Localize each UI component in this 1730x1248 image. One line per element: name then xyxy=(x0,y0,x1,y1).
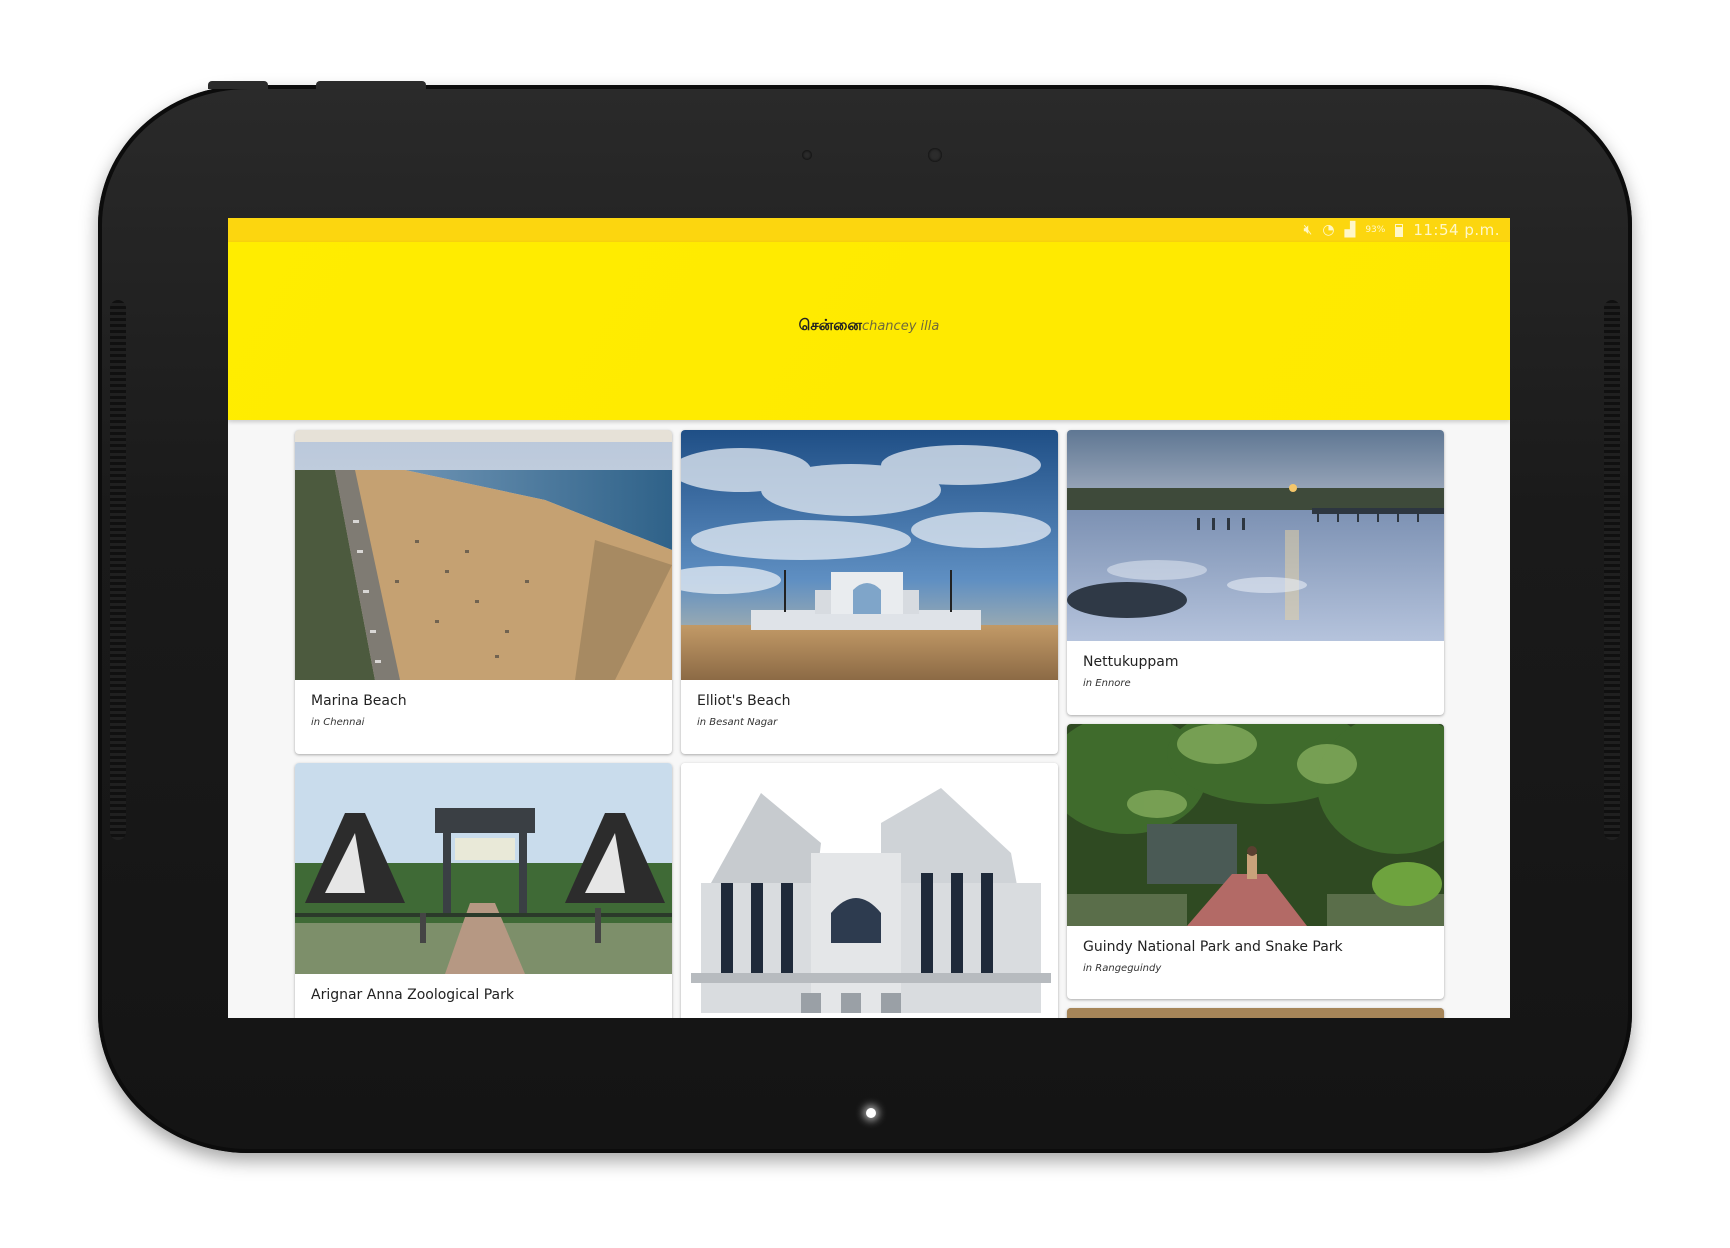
place-location: in Rangeguindy xyxy=(1083,963,1162,974)
place-card-partial[interactable] xyxy=(1067,1008,1444,1018)
place-image xyxy=(1067,430,1444,641)
place-caption: Marina Beach in Chennai xyxy=(311,693,407,728)
place-image xyxy=(681,763,1058,1018)
app-title: சென்னை chancey illa xyxy=(799,316,940,336)
right-speaker-grille xyxy=(1604,300,1620,840)
front-camera-icon xyxy=(928,148,942,162)
place-card-guindy-national-park[interactable]: Guindy National Park and Snake Park in R… xyxy=(1067,724,1444,999)
power-button xyxy=(316,81,426,89)
place-image xyxy=(295,430,672,680)
light-sensor xyxy=(802,150,812,160)
place-card-colonial-building[interactable] xyxy=(681,763,1058,1018)
place-caption: Elliot's Beach in Besant Nagar xyxy=(697,693,791,728)
places-grid: Marina Beach in Chennai Elliot's Beach i… xyxy=(295,430,1447,1018)
place-image xyxy=(681,430,1058,680)
place-card-elliots-beach[interactable]: Elliot's Beach in Besant Nagar xyxy=(681,430,1058,754)
battery-percent: 93% xyxy=(1365,225,1386,235)
status-bar: 🔇︎ ◔ ▟ 93% 11:54 p.m. xyxy=(228,218,1510,242)
place-caption: Nettukuppam in Ennore xyxy=(1083,654,1178,689)
mute-icon: 🔇︎ xyxy=(1303,222,1313,238)
volume-button xyxy=(208,81,268,89)
place-image xyxy=(1067,1008,1444,1018)
left-speaker-grille xyxy=(110,300,126,840)
place-location: in Besant Nagar xyxy=(697,717,778,728)
signal-icon: ▟ xyxy=(1344,222,1356,238)
place-image xyxy=(1067,724,1444,926)
place-card-nettukuppam[interactable]: Nettukuppam in Ennore xyxy=(1067,430,1444,715)
place-card-marina-beach[interactable]: Marina Beach in Chennai xyxy=(295,430,672,754)
place-name: Nettukuppam xyxy=(1083,654,1179,670)
app-subtitle: chancey illa xyxy=(861,319,940,334)
place-caption: Guindy National Park and Snake Park in R… xyxy=(1083,939,1343,974)
place-location: in Chennai xyxy=(311,717,365,728)
place-location: in Ennore xyxy=(1083,678,1131,689)
place-name: Arignar Anna Zoological Park xyxy=(311,987,514,1003)
place-name: Elliot's Beach xyxy=(697,693,791,709)
notification-led xyxy=(866,1108,876,1118)
screen: 🔇︎ ◔ ▟ 93% 11:54 p.m. சென்னை chancey ill… xyxy=(228,218,1510,1018)
place-image xyxy=(295,763,672,974)
battery-icon xyxy=(1395,223,1404,237)
app-bar: சென்னை chancey illa xyxy=(228,242,1510,420)
place-name: Guindy National Park and Snake Park xyxy=(1083,939,1343,955)
place-card-arignar-anna-zoo[interactable]: Arignar Anna Zoological Park xyxy=(295,763,672,1018)
place-name: Marina Beach xyxy=(311,693,407,709)
wifi-icon: ◔ xyxy=(1322,222,1335,238)
app-title-tamil: சென்னை xyxy=(798,316,862,334)
place-caption: Arignar Anna Zoological Park xyxy=(311,987,514,1011)
clock: 11:54 p.m. xyxy=(1413,221,1500,239)
